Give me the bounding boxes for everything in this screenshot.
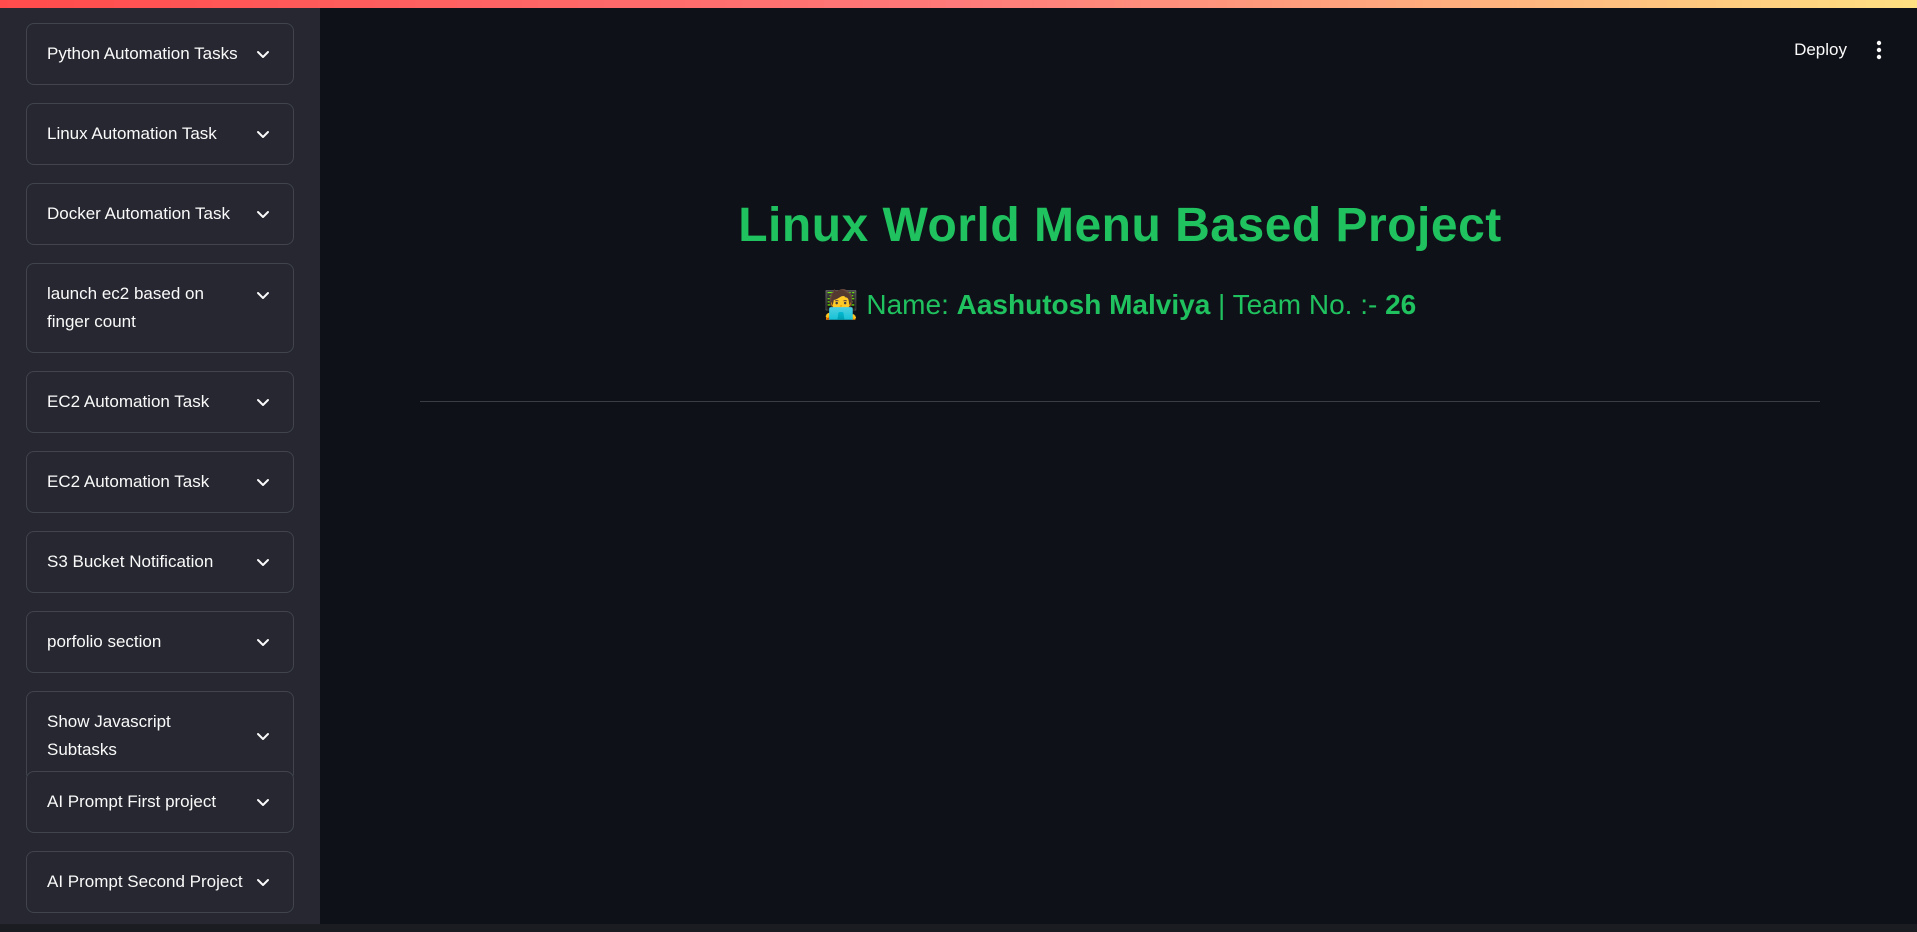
sidebar-item-label: S3 Bucket Notification (47, 552, 214, 571)
chevron-down-icon (257, 479, 269, 486)
sidebar-item-label: EC2 Automation Task (47, 392, 210, 411)
chevron-down-icon (257, 733, 269, 740)
technologist-emoji-icon: 🧑‍💻 (823, 289, 859, 320)
main-content: Deploy Linux World Menu Based Project 🧑‍… (320, 8, 1917, 924)
sidebar-expander-linux-automation[interactable]: Linux Automation Task (26, 103, 294, 165)
divider (420, 401, 1820, 402)
bottom-edge (0, 924, 1917, 932)
chevron-down-icon (257, 399, 269, 406)
sidebar-expander-javascript-subtasks[interactable]: Show Javascript Subtasks (26, 691, 294, 781)
sidebar-expander-ai-prompt-second[interactable]: AI Prompt Second Project (26, 851, 294, 913)
top-decoration-bar (0, 0, 1917, 8)
team-separator: | Team No. :- (1210, 289, 1386, 320)
chevron-down-icon (257, 211, 269, 218)
chevron-down-icon (257, 51, 269, 58)
sidebar-item-label: launch ec2 based on finger count (47, 284, 204, 331)
sidebar: Python Automation Tasks Linux Automation… (0, 8, 320, 924)
kebab-menu-icon[interactable] (1871, 38, 1887, 62)
page-subtitle: 🧑‍💻 Name: Aashutosh Malviya | Team No. :… (320, 288, 1917, 321)
sidebar-expander-portfolio-section[interactable]: porfolio section (26, 611, 294, 673)
sidebar-item-label: AI Prompt First project (47, 792, 217, 811)
author-name: Aashutosh Malviya (956, 289, 1211, 320)
sidebar-item-label: porfolio section (47, 632, 162, 651)
sidebar-expander-python-automation[interactable]: Python Automation Tasks (26, 23, 294, 85)
sidebar-item-label: AI Prompt Second Project (47, 872, 243, 891)
sidebar-expander-s3-bucket-notification[interactable]: S3 Bucket Notification (26, 531, 294, 593)
sidebar-item-label: Show Javascript Subtasks (47, 712, 171, 759)
sidebar-expander-launch-ec2-finger-count[interactable]: launch ec2 based on finger count (26, 263, 294, 353)
name-prefix: Name: (866, 289, 957, 320)
chevron-down-icon (257, 799, 269, 806)
sidebar-item-label: Docker Automation Task (47, 204, 230, 223)
chevron-down-icon (257, 292, 269, 299)
sidebar-item-label: Linux Automation Task (47, 124, 217, 143)
page-title: Linux World Menu Based Project (738, 199, 1502, 252)
chevron-down-icon (257, 879, 269, 886)
sidebar-expander-ec2-automation-1[interactable]: EC2 Automation Task (26, 371, 294, 433)
deploy-button[interactable]: Deploy (1788, 36, 1853, 64)
sidebar-item-label: EC2 Automation Task (47, 472, 210, 491)
team-number: 26 (1385, 289, 1417, 320)
sidebar-expander-ai-prompt-first[interactable]: AI Prompt First project (26, 771, 294, 833)
sidebar-expander-ec2-automation-2[interactable]: EC2 Automation Task (26, 451, 294, 513)
sidebar-item-label: Python Automation Tasks (47, 44, 238, 63)
chevron-down-icon (257, 559, 269, 566)
chevron-down-icon (257, 639, 269, 646)
chevron-down-icon (257, 131, 269, 138)
sidebar-expander-docker-automation[interactable]: Docker Automation Task (26, 183, 294, 245)
